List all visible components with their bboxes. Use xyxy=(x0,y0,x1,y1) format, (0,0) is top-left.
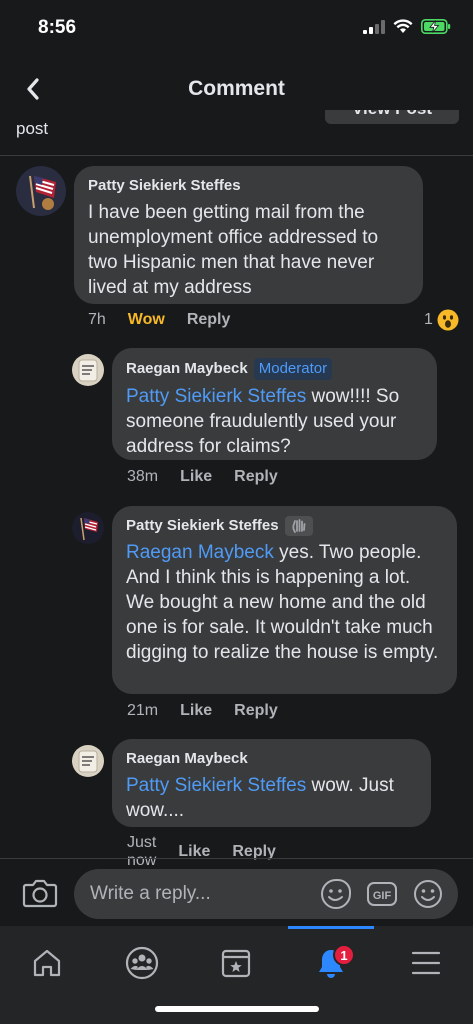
tab-marketplace[interactable] xyxy=(211,938,261,988)
smiley-icon xyxy=(414,880,442,908)
reply-button[interactable]: Reply xyxy=(234,702,278,720)
wow-emoji-icon xyxy=(437,309,459,331)
status-time: 8:56 xyxy=(38,17,77,38)
avatar[interactable] xyxy=(72,354,104,386)
hamburger-menu-icon xyxy=(411,951,441,975)
reply-button[interactable]: Reply xyxy=(234,468,278,486)
gif-icon: GIF xyxy=(367,882,397,906)
comment-text: I have been getting mail from the unempl… xyxy=(88,202,379,298)
wow-reaction-button[interactable]: Wow xyxy=(128,311,165,329)
mention-link[interactable]: Raegan Maybeck xyxy=(126,542,274,563)
gif-label: GIF xyxy=(373,890,392,902)
comment-bubble[interactable]: Raegan Maybeck Patty Siekierk Steffes wo… xyxy=(112,739,431,827)
home-icon xyxy=(33,949,61,977)
comment-bubble[interactable]: Patty Siekierk Steffes Raegan Maybeck ye… xyxy=(112,506,457,694)
mention-link[interactable]: Patty Siekierk Steffes xyxy=(126,386,306,407)
mention-link[interactable]: Patty Siekierk Steffes xyxy=(126,775,306,796)
home-indicator xyxy=(155,1006,319,1012)
comment-time: 38m xyxy=(127,468,159,485)
avatar[interactable] xyxy=(16,166,66,216)
view-post-button[interactable]: View Post xyxy=(325,110,459,124)
comment-actions: 38m Like Reply xyxy=(127,468,278,486)
camera-button[interactable] xyxy=(22,877,58,909)
tab-notifications[interactable]: 1 xyxy=(306,938,356,988)
post-strip: post View Post xyxy=(0,110,473,156)
comment-text: Patty Siekierk Steffes wow!!!! So someon… xyxy=(126,384,423,459)
flag-avatar-icon xyxy=(16,166,66,216)
comment-time: 7h xyxy=(88,311,106,328)
camera-icon xyxy=(22,879,58,908)
comment-author-name[interactable]: Patty Siekierk Steffes xyxy=(126,516,279,536)
like-button[interactable]: Like xyxy=(180,468,212,486)
comment-time: 21m xyxy=(127,702,159,719)
avatar[interactable] xyxy=(72,512,104,544)
comment-author-name[interactable]: Patty Siekierk Steffes xyxy=(88,176,241,196)
reaction-count: 1 xyxy=(424,311,433,328)
post-label: post xyxy=(16,119,49,138)
status-bar: 8:56 xyxy=(0,0,473,58)
comment-bubble[interactable]: Raegan Maybeck Moderator Patty Siekierk … xyxy=(112,348,437,460)
reply-bar: GIF xyxy=(0,858,473,926)
gif-button[interactable]: GIF xyxy=(366,878,398,910)
comment-author-name[interactable]: Raegan Maybeck xyxy=(126,749,248,769)
comment-author[interactable]: Raegan Maybeck Moderator xyxy=(126,358,423,380)
comment-text: Raegan Maybeck yes. Two people. And I th… xyxy=(126,540,443,665)
flag-avatar-icon xyxy=(72,512,104,544)
notification-badge: 1 xyxy=(333,944,355,966)
reply-button[interactable]: Reply xyxy=(187,311,231,329)
emoji-button[interactable] xyxy=(412,878,444,910)
like-button[interactable]: Like xyxy=(180,702,212,720)
avatar[interactable] xyxy=(72,745,104,777)
tab-home[interactable] xyxy=(22,938,72,988)
active-tab-indicator xyxy=(288,926,374,929)
groups-icon xyxy=(125,946,159,980)
comment-author-name[interactable]: Raegan Maybeck xyxy=(126,359,248,379)
comment-author[interactable]: Patty Siekierk Steffes xyxy=(126,516,443,536)
marketplace-icon xyxy=(221,949,251,978)
reaction-summary[interactable]: 1 xyxy=(424,309,459,331)
comment-bubble[interactable]: Patty Siekierk Steffes I have been getti… xyxy=(74,166,423,304)
cellular-signal-icon xyxy=(363,19,385,34)
sticker-icon xyxy=(321,879,351,909)
comment-author[interactable]: Patty Siekierk Steffes xyxy=(88,176,409,196)
comment-text: Patty Siekierk Steffes wow. Just wow.... xyxy=(126,773,417,823)
mug-avatar-icon xyxy=(72,354,104,386)
battery-charging-icon xyxy=(421,19,451,34)
mug-avatar-icon xyxy=(72,745,104,777)
wave-badge xyxy=(284,516,313,536)
tab-groups[interactable] xyxy=(117,938,167,988)
tab-menu[interactable] xyxy=(401,938,451,988)
page-title: Comment xyxy=(188,77,285,100)
reply-input[interactable] xyxy=(74,869,458,919)
comment-actions: 21m Like Reply xyxy=(127,702,278,720)
comment-actions: 7h Wow Reply xyxy=(88,311,230,329)
sticker-button[interactable] xyxy=(320,878,352,910)
status-icons xyxy=(363,19,451,34)
moderator-badge: Moderator xyxy=(253,358,333,380)
waving-hand-icon xyxy=(292,519,305,533)
wifi-icon xyxy=(393,19,413,33)
comment-author[interactable]: Raegan Maybeck xyxy=(126,749,417,769)
